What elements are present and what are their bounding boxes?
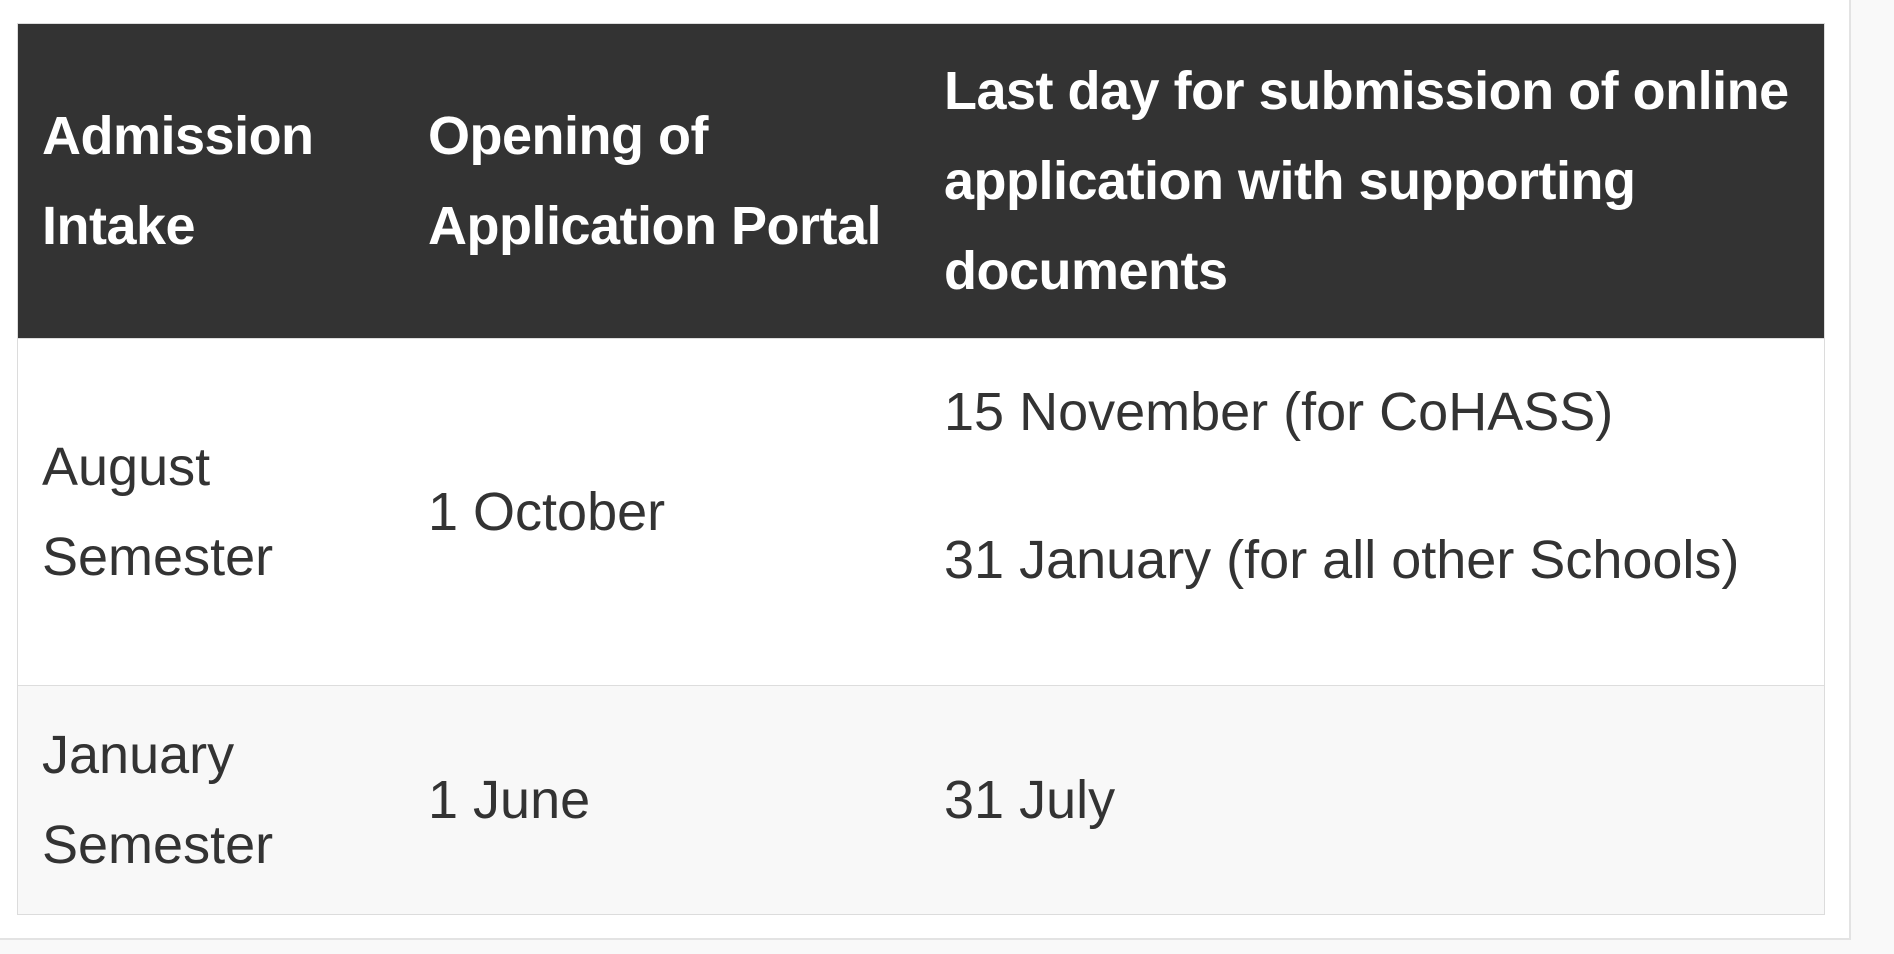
deadline-list: 15 November (for CoHASS) 31 January (for…	[944, 367, 1804, 657]
header-admission-intake: Admission Intake	[18, 24, 404, 339]
admission-table-container: Admission Intake Opening of Application …	[17, 23, 1825, 915]
cell-deadlines: 31 July	[920, 685, 1824, 914]
table-body: August Semester 1 October 15 November (f…	[18, 338, 1824, 914]
deadline-item: 31 January (for all other Schools)	[944, 530, 1740, 590]
table-header: Admission Intake Opening of Application …	[18, 24, 1824, 339]
header-opening-of-portal: Opening of Application Portal	[404, 24, 920, 339]
header-last-day-submission: Last day for submission of online applic…	[920, 24, 1824, 339]
cell-opening: 1 June	[404, 685, 920, 914]
cell-deadlines: 15 November (for CoHASS) 31 January (for…	[920, 338, 1824, 686]
deadline-item: 15 November (for CoHASS)	[944, 382, 1614, 442]
table-row: August Semester 1 October 15 November (f…	[18, 338, 1824, 686]
deadline-item: 31 July	[944, 770, 1116, 830]
header-row: Admission Intake Opening of Application …	[18, 24, 1824, 339]
page: Admission Intake Opening of Application …	[0, 0, 1894, 954]
cell-intake: August Semester	[18, 338, 404, 686]
admission-dates-table: Admission Intake Opening of Application …	[18, 24, 1824, 914]
cell-intake: January Semester	[18, 685, 404, 914]
table-row: January Semester 1 June 31 July	[18, 685, 1824, 914]
cell-opening: 1 October	[404, 338, 920, 686]
content-panel: Admission Intake Opening of Application …	[0, 0, 1851, 940]
